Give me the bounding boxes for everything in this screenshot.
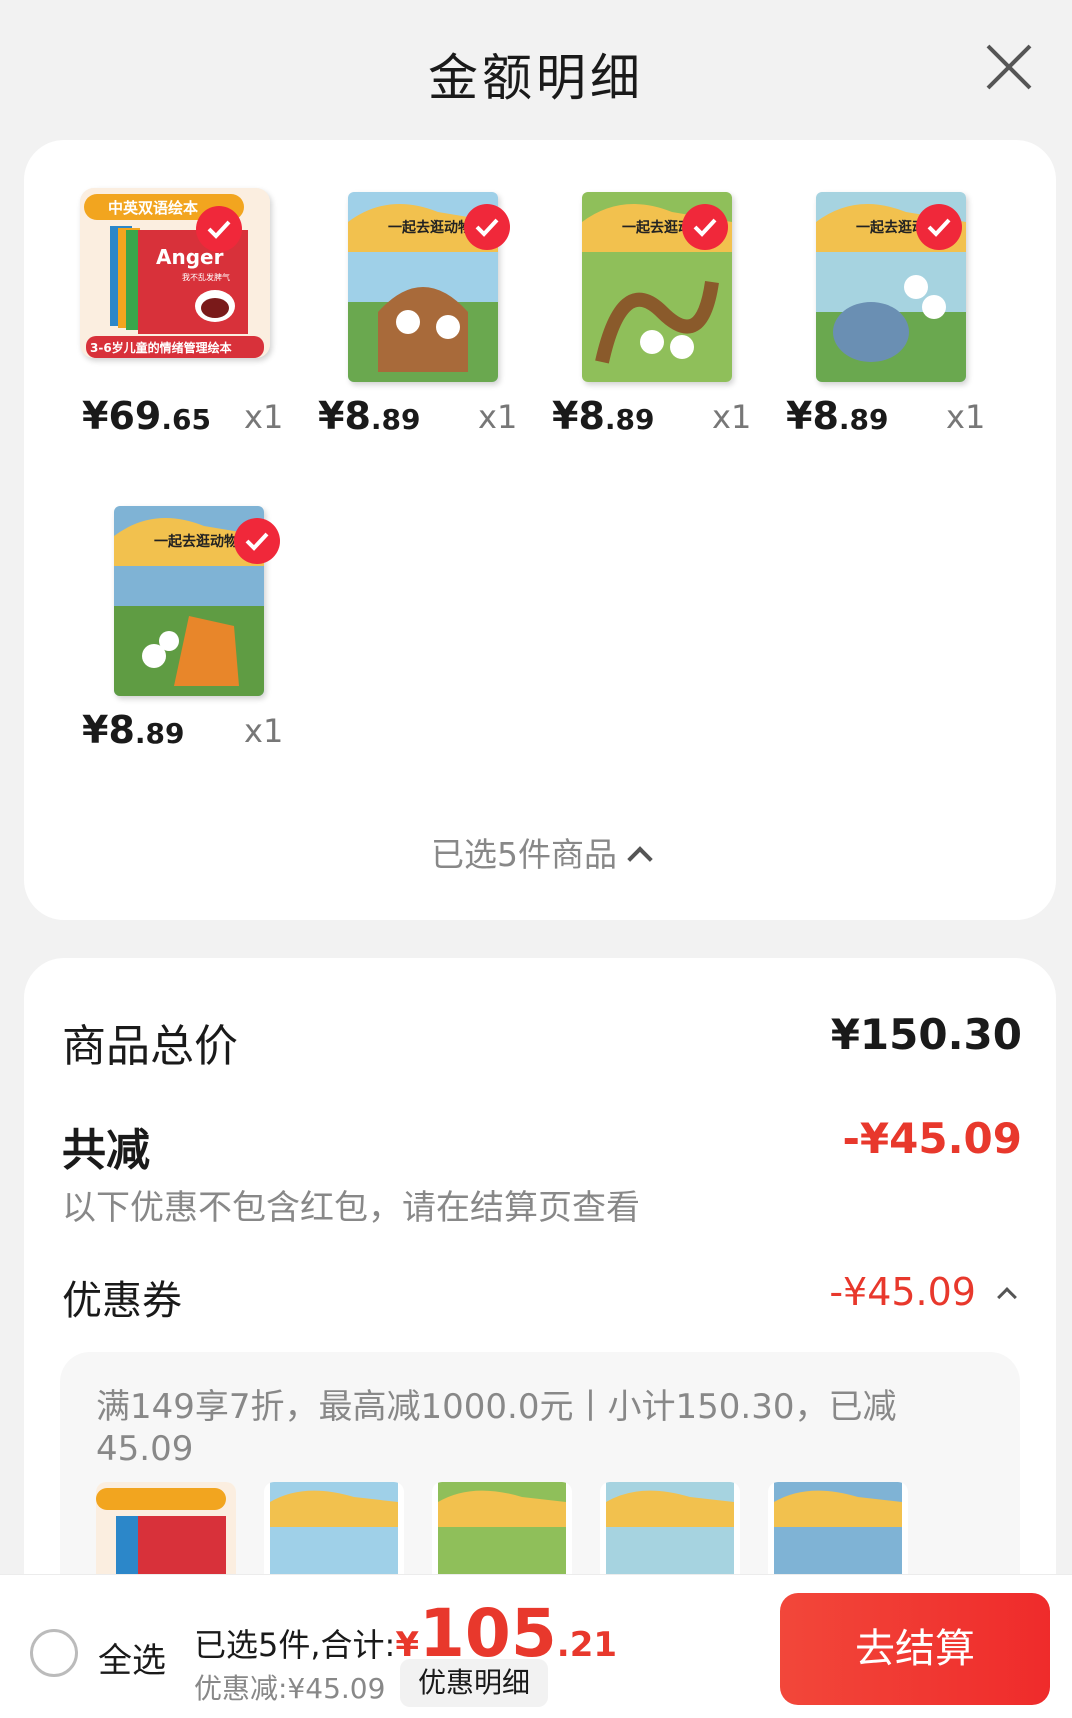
checkout-button[interactable]: 去结算 <box>780 1593 1050 1705</box>
selected-total-label: 已选5件,合计: <box>194 1626 396 1664</box>
coupon-value[interactable]: -¥45.09 <box>829 1270 976 1314</box>
coupon-label: 优惠券 <box>62 1278 182 1324</box>
cover-bottom-text: 3-6岁儿童的情绪管理绘本 <box>90 340 232 355</box>
check-icon[interactable] <box>682 204 728 250</box>
item-qty: x1 <box>244 712 284 750</box>
item-qty: x1 <box>712 398 752 436</box>
item-price: ¥8.89 <box>786 394 889 438</box>
sheet-header: 金额明细 <box>0 0 1072 140</box>
item-price: ¥69.65 <box>82 394 211 438</box>
item-qty: x1 <box>244 398 284 436</box>
check-icon[interactable] <box>464 204 510 250</box>
sheet-title: 金额明细 <box>428 49 644 107</box>
check-icon[interactable] <box>234 518 280 564</box>
chevron-up-icon[interactable] <box>997 1287 1017 1307</box>
item-qty: x1 <box>946 398 986 436</box>
close-icon[interactable] <box>984 42 1034 92</box>
product-cover: 中英双语绘本 Anger 我不乱发脾气 3-6岁儿童的情绪管理绘本 <box>80 188 270 358</box>
discount-detail-button[interactable]: 优惠明细 <box>400 1659 549 1707</box>
item-price: ¥8.89 <box>82 708 185 752</box>
goods-total-label: 商品总价 <box>62 1021 238 1072</box>
selected-items-toggle[interactable]: 已选5件商品 <box>24 828 1056 876</box>
reduction-note: 以下优惠不包含红包，请在结算页查看 <box>62 1188 640 1228</box>
check-icon[interactable] <box>196 206 242 252</box>
chevron-up-icon <box>627 846 653 872</box>
checkout-bar: 全选 已选5件,合计:¥105.21 优惠减:¥45.09 优惠明细 去结算 <box>0 1574 1072 1718</box>
selected-items-card: 中英双语绘本 Anger 我不乱发脾气 3-6岁儿童的情绪管理绘本 ¥69.65 <box>24 140 1056 920</box>
item-qty: x1 <box>478 398 518 436</box>
cover-sub-text: 我不乱发脾气 <box>182 272 230 282</box>
item-price: ¥8.89 <box>318 394 421 438</box>
select-all-radio[interactable] <box>30 1629 78 1677</box>
check-icon[interactable] <box>916 204 962 250</box>
cover-top-text: 中英双语绘本 <box>108 199 198 217</box>
item-price: ¥8.89 <box>552 394 655 438</box>
select-all-label[interactable]: 全选 <box>98 1633 166 1682</box>
reduction-value: -¥45.09 <box>842 1114 1022 1163</box>
reduction-label: 共减 <box>62 1125 150 1176</box>
goods-total-value: ¥150.30 <box>830 1010 1022 1059</box>
selected-items-label: 已选5件商品 <box>431 835 617 874</box>
total-amount-dec: .21 <box>556 1625 618 1665</box>
coupon-description: 满149享7折，最高减1000.0元丨小计150.30，已减45.09 <box>96 1387 897 1469</box>
amount-detail-sheet: 金额明细 中英双语绘本 Anger 我不乱发脾气 3-6岁儿童的情绪管理绘本 ¥… <box>0 0 1072 1718</box>
discount-text: 优惠减:¥45.09 <box>194 1672 386 1705</box>
